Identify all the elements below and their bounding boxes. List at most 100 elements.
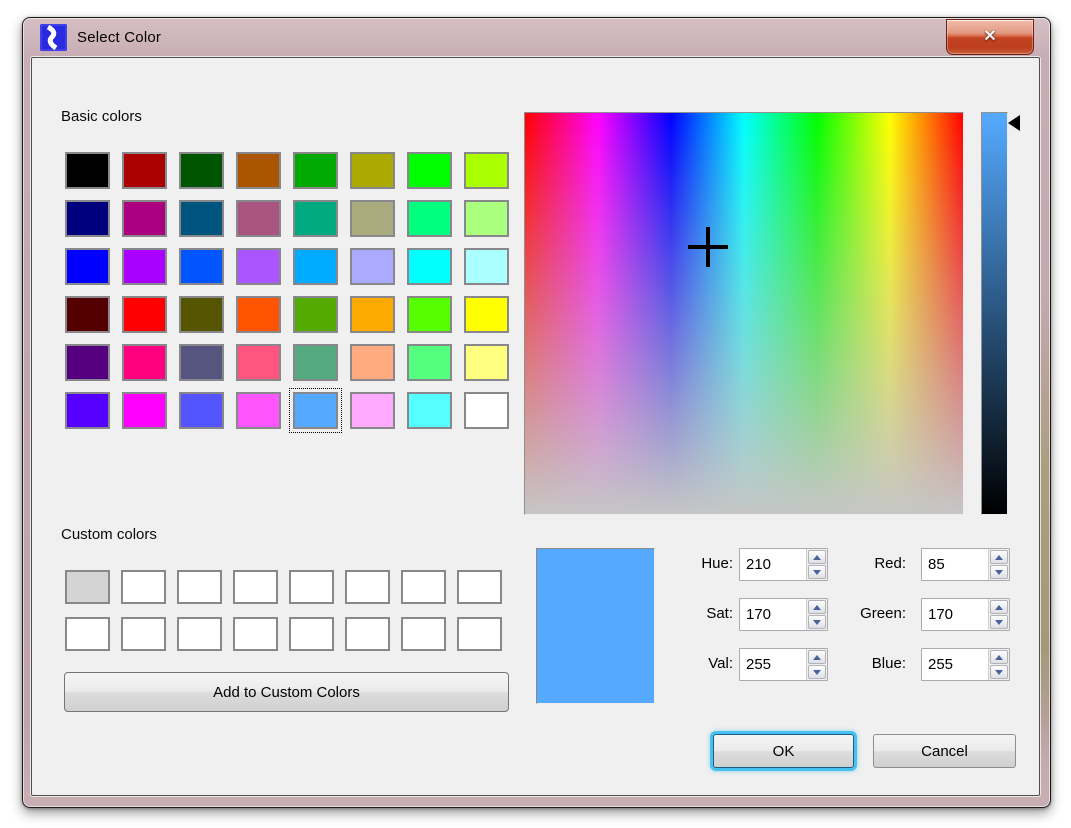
arrow-up-icon: [995, 605, 1003, 610]
select-color-dialog: Select Color ✕ Basic colors Custom color…: [22, 17, 1051, 808]
basic-color-swatch[interactable]: [407, 392, 452, 429]
basic-color-swatch[interactable]: [464, 392, 509, 429]
saturation-gradient-layer: [525, 113, 963, 514]
arrow-up-icon: [995, 555, 1003, 560]
arrow-down-icon: [995, 620, 1003, 625]
basic-color-swatch[interactable]: [350, 392, 395, 429]
custom-color-swatch[interactable]: [177, 617, 222, 651]
custom-color-swatch[interactable]: [457, 617, 502, 651]
sat-label: Sat:: [623, 605, 733, 622]
custom-color-swatch[interactable]: [289, 617, 334, 651]
basic-color-swatch[interactable]: [293, 152, 338, 189]
basic-color-swatch[interactable]: [350, 344, 395, 381]
custom-color-swatch[interactable]: [233, 570, 278, 604]
basic-color-swatch[interactable]: [179, 200, 224, 237]
basic-color-swatch[interactable]: [65, 248, 110, 285]
basic-color-swatch[interactable]: [464, 248, 509, 285]
basic-color-swatch[interactable]: [236, 152, 281, 189]
basic-color-swatch[interactable]: [236, 344, 281, 381]
custom-color-swatch[interactable]: [401, 570, 446, 604]
red-decrement-button[interactable]: [990, 565, 1008, 579]
add-to-custom-colors-button[interactable]: Add to Custom Colors: [64, 672, 509, 712]
custom-color-swatch[interactable]: [233, 617, 278, 651]
basic-color-swatch[interactable]: [293, 344, 338, 381]
basic-color-swatch[interactable]: [464, 344, 509, 381]
basic-color-swatch[interactable]: [122, 248, 167, 285]
basic-color-swatch[interactable]: [407, 344, 452, 381]
basic-color-swatch[interactable]: [65, 344, 110, 381]
hue-label: Hue:: [623, 555, 733, 572]
basic-color-swatch[interactable]: [350, 152, 395, 189]
custom-color-swatch[interactable]: [345, 570, 390, 604]
green-decrement-button[interactable]: [990, 615, 1008, 629]
window-title: Select Color: [77, 29, 161, 46]
custom-color-swatch[interactable]: [65, 570, 110, 604]
basic-color-swatch[interactable]: [407, 200, 452, 237]
red-increment-button[interactable]: [990, 550, 1008, 564]
basic-colors-label: Basic colors: [61, 108, 142, 125]
basic-color-swatch[interactable]: [122, 344, 167, 381]
basic-color-swatch[interactable]: [407, 296, 452, 333]
basic-color-swatch[interactable]: [293, 296, 338, 333]
basic-color-swatch[interactable]: [179, 344, 224, 381]
blue-increment-button[interactable]: [990, 650, 1008, 664]
basic-color-swatch[interactable]: [179, 248, 224, 285]
basic-color-swatch[interactable]: [350, 200, 395, 237]
green-spin-buttons: [988, 599, 1009, 630]
titlebar[interactable]: Select Color: [23, 18, 1050, 57]
val-label: Val:: [623, 655, 733, 672]
basic-color-swatch[interactable]: [293, 200, 338, 237]
blue-spinbox: [921, 648, 1010, 681]
green-increment-button[interactable]: [990, 600, 1008, 614]
basic-color-swatch[interactable]: [407, 152, 452, 189]
blue-decrement-button[interactable]: [990, 665, 1008, 679]
basic-color-swatch[interactable]: [65, 152, 110, 189]
basic-color-swatch[interactable]: [293, 392, 338, 429]
basic-color-swatch[interactable]: [179, 392, 224, 429]
ok-button[interactable]: OK: [713, 734, 854, 768]
value-slider[interactable]: [981, 112, 1008, 515]
arrow-up-icon: [995, 655, 1003, 660]
basic-color-swatch[interactable]: [350, 296, 395, 333]
custom-colors-grid: [65, 570, 502, 651]
basic-color-swatch[interactable]: [65, 296, 110, 333]
basic-color-swatch[interactable]: [65, 392, 110, 429]
close-button[interactable]: ✕: [946, 19, 1034, 55]
red-spin-buttons: [988, 549, 1009, 580]
basic-color-swatch[interactable]: [293, 248, 338, 285]
green-spinbox: [921, 598, 1010, 631]
basic-color-swatch[interactable]: [122, 296, 167, 333]
basic-color-swatch[interactable]: [236, 248, 281, 285]
basic-color-swatch[interactable]: [464, 296, 509, 333]
red-input[interactable]: [922, 549, 988, 580]
custom-color-swatch[interactable]: [121, 617, 166, 651]
custom-color-swatch[interactable]: [401, 617, 446, 651]
blue-spin-buttons: [988, 649, 1009, 680]
basic-color-swatch[interactable]: [179, 152, 224, 189]
basic-color-swatch[interactable]: [65, 200, 110, 237]
basic-color-swatch[interactable]: [464, 152, 509, 189]
custom-color-swatch[interactable]: [289, 570, 334, 604]
blue-input[interactable]: [922, 649, 988, 680]
basic-color-swatch[interactable]: [236, 392, 281, 429]
custom-color-swatch[interactable]: [65, 617, 110, 651]
arrow-down-icon: [995, 570, 1003, 575]
basic-color-swatch[interactable]: [122, 200, 167, 237]
basic-color-swatch[interactable]: [464, 200, 509, 237]
custom-color-swatch[interactable]: [457, 570, 502, 604]
value-slider-handle-icon[interactable]: [1008, 115, 1020, 131]
custom-color-swatch[interactable]: [345, 617, 390, 651]
green-input[interactable]: [922, 599, 988, 630]
basic-color-swatch[interactable]: [236, 200, 281, 237]
basic-color-swatch[interactable]: [122, 392, 167, 429]
cancel-button[interactable]: Cancel: [873, 734, 1016, 768]
basic-color-swatch[interactable]: [122, 152, 167, 189]
basic-color-swatch[interactable]: [407, 248, 452, 285]
basic-color-swatch[interactable]: [350, 248, 395, 285]
custom-color-swatch[interactable]: [177, 570, 222, 604]
basic-color-swatch[interactable]: [179, 296, 224, 333]
picker-crosshair: [706, 227, 710, 267]
basic-color-swatch[interactable]: [236, 296, 281, 333]
hue-saturation-picker[interactable]: [524, 112, 964, 515]
custom-color-swatch[interactable]: [121, 570, 166, 604]
